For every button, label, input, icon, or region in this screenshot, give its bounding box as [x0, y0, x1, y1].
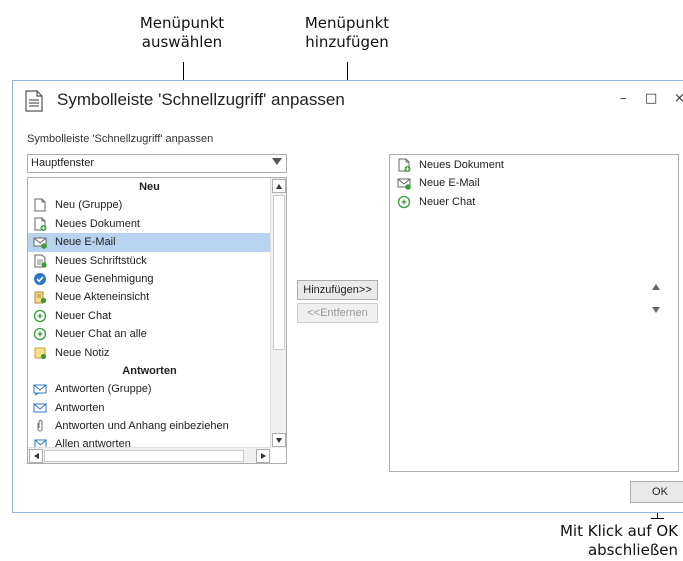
- callout-add-line1: Menüpunkt: [304, 14, 390, 32]
- new-letter-icon: [34, 254, 47, 268]
- list-item[interactable]: Antworten: [28, 399, 271, 417]
- list-item-label: Neue Notiz: [55, 346, 110, 359]
- category-dropdown[interactable]: Hauptfenster: [27, 154, 287, 173]
- minimize-button[interactable]: –: [620, 91, 627, 106]
- list-item-label: Neue Genehmigung: [55, 272, 154, 285]
- list-item-label: Neuer Chat an alle: [55, 328, 147, 341]
- toolbar-list-item-label: Neues Dokument: [419, 159, 504, 171]
- paperclip-icon: [37, 420, 43, 432]
- toolbar-list-item[interactable]: Neues Dokument: [390, 156, 678, 174]
- list-item[interactable]: Neue Genehmigung: [28, 270, 271, 288]
- new-email-icon: [397, 178, 411, 191]
- new-email-icon: [33, 237, 47, 249]
- list-item[interactable]: Neuer Chat an alle: [28, 325, 271, 343]
- toolbar-commands-items: Neues Dokument Neue E-Mail Neuer Chat: [390, 155, 678, 211]
- document-icon: [25, 90, 43, 112]
- customize-dialog: Symbolleiste 'Schnellzugriff' anpassen –…: [12, 80, 683, 513]
- list-item[interactable]: Neuer Chat: [28, 307, 271, 325]
- list-item[interactable]: Neues Schriftstück: [28, 252, 271, 270]
- list-item-label: Neues Dokument: [55, 217, 140, 230]
- toolbar-list-item-label: Neue E-Mail: [419, 177, 480, 190]
- toolbar-list-item[interactable]: Neuer Chat: [390, 193, 678, 211]
- list-item-label: Neues Schriftstück: [55, 254, 147, 267]
- note-icon: [34, 347, 47, 359]
- move-down-button[interactable]: [652, 307, 660, 313]
- approval-check-icon: [34, 272, 46, 285]
- dialog-title: Symbolleiste 'Schnellzugriff' anpassen: [57, 90, 345, 109]
- list-item[interactable]: Antworten (Gruppe): [28, 380, 271, 398]
- list-item[interactable]: Neu (Gruppe): [28, 196, 271, 214]
- file-inspection-icon: [34, 291, 47, 304]
- arrow-left-icon: [34, 453, 39, 459]
- toolbar-list-item[interactable]: Neue E-Mail: [390, 174, 678, 192]
- chat-icon: [33, 309, 47, 322]
- callout-finish: Mit Klick auf OK abschließen: [500, 522, 678, 560]
- available-commands-items: Neu Neu (Gruppe) Neues Dokument Neue E-Mail…: [28, 178, 271, 454]
- add-button[interactable]: Hinzufügen>>: [297, 280, 378, 300]
- remove-button[interactable]: <<Entfernen: [297, 303, 378, 323]
- new-document-icon: [398, 158, 411, 172]
- callout-select-item: Menüpunkt auswählen: [122, 14, 242, 52]
- callout-finish-tick: [651, 518, 664, 519]
- scroll-up-button[interactable]: [272, 179, 286, 193]
- scroll-right-button[interactable]: [256, 449, 270, 463]
- list-group-header: Antworten: [122, 364, 177, 377]
- title-bar: Symbolleiste 'Schnellzugriff' anpassen –…: [13, 81, 683, 123]
- callout-select-line2: auswählen: [141, 33, 223, 51]
- arrow-up-icon: [276, 184, 282, 189]
- list-item-label: Neu (Gruppe): [55, 199, 123, 212]
- vertical-scrollbar[interactable]: [270, 178, 286, 448]
- list-item-selected[interactable]: Neue E-Mail: [28, 233, 271, 252]
- category-dropdown-value: Hauptfenster: [31, 157, 94, 169]
- toolbar-list-item-label: Neuer Chat: [419, 195, 476, 208]
- chevron-down-icon: [272, 158, 282, 165]
- reply-icon: [33, 403, 47, 413]
- list-group-header: Neu: [139, 181, 160, 193]
- list-item-label: Neue Akteneinsicht: [55, 291, 150, 304]
- dialog-subtitle: Symbolleiste 'Schnellzugriff' anpassen: [27, 133, 214, 145]
- reply-group-icon: [33, 384, 47, 396]
- arrow-down-icon: [276, 438, 282, 443]
- scroll-left-button[interactable]: [29, 449, 43, 463]
- chat-all-icon: [33, 327, 47, 341]
- ok-button[interactable]: OK: [630, 481, 683, 503]
- arrow-right-icon: [261, 453, 266, 459]
- new-document-icon: [34, 217, 47, 231]
- scroll-down-button[interactable]: [272, 433, 286, 447]
- list-item[interactable]: Neue Notiz: [28, 344, 271, 362]
- callout-finish-line2: abschließen: [587, 541, 678, 559]
- list-item[interactable]: Neues Dokument: [28, 215, 271, 233]
- callout-add-item: Menüpunkt hinzufügen: [282, 14, 412, 52]
- toolbar-commands-list[interactable]: Neues Dokument Neue E-Mail Neuer Chat: [389, 154, 679, 472]
- close-button[interactable]: ×: [674, 91, 683, 106]
- callout-finish-line1: Mit Klick auf OK: [559, 522, 678, 540]
- list-item-label: Antworten: [55, 401, 105, 414]
- maximize-button[interactable]: □: [645, 91, 657, 106]
- callout-add-line2: hinzufügen: [305, 33, 389, 51]
- horizontal-scrollbar[interactable]: [28, 447, 271, 463]
- list-item[interactable]: Antworten und Anhang einbeziehen: [28, 417, 271, 435]
- move-up-button[interactable]: [652, 284, 660, 290]
- callout-select-line1: Menüpunkt: [139, 14, 225, 32]
- list-item-label: Antworten (Gruppe): [55, 383, 152, 396]
- list-item-label: Neuer Chat: [55, 309, 112, 322]
- chat-icon: [397, 195, 411, 208]
- available-commands-list[interactable]: Neu Neu (Gruppe) Neues Dokument Neue E-Mail…: [27, 177, 287, 464]
- list-item[interactable]: Neue Akteneinsicht: [28, 288, 271, 306]
- list-item-label: Neue E-Mail: [55, 236, 116, 249]
- scroll-thumb[interactable]: [273, 195, 285, 350]
- hscroll-thumb[interactable]: [44, 450, 244, 462]
- blank-document-icon: [34, 198, 46, 212]
- list-item-label: Antworten und Anhang einbeziehen: [55, 420, 229, 433]
